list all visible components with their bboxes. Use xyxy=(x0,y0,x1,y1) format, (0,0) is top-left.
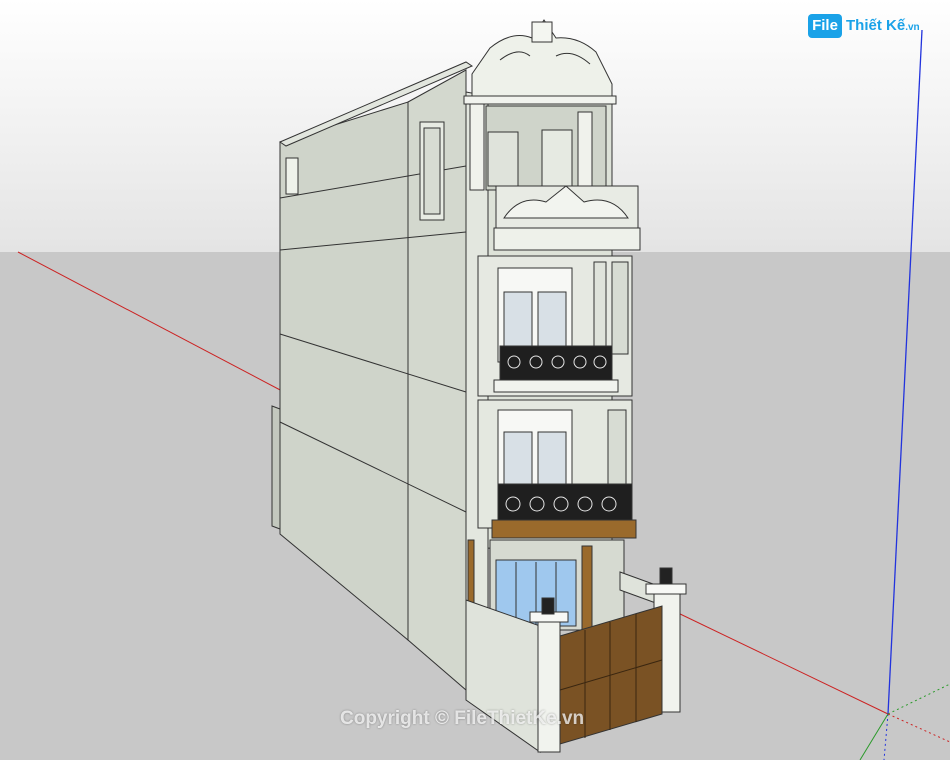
gate-pillar-left xyxy=(537,617,561,753)
red-axis-dotted xyxy=(887,713,950,743)
blue-axis-dotted xyxy=(883,713,889,760)
logo-icon: File xyxy=(808,14,842,38)
logo-brand-text: Thiết Kế xyxy=(846,17,906,34)
top-door-left xyxy=(487,131,519,187)
logo-brand: Thiết Kế.vn xyxy=(846,17,920,34)
red-axis-back xyxy=(17,251,285,393)
floor2-side-panel xyxy=(593,261,607,359)
lamp-right xyxy=(659,567,673,585)
wood-band xyxy=(491,519,637,539)
side-window xyxy=(285,157,299,195)
lamp-left xyxy=(541,597,555,615)
green-axis xyxy=(859,713,889,760)
balcony-slab-2 xyxy=(493,379,619,393)
top-door xyxy=(541,129,573,187)
mid-cornice xyxy=(493,227,641,251)
floor2-right-panel xyxy=(611,261,629,355)
modeling-viewport[interactable]: File Thiết Kế.vn Copyright © FileThietKe… xyxy=(0,0,950,760)
side-wall xyxy=(279,101,409,642)
copyright-watermark: Copyright © FileThietKe.vn xyxy=(340,708,585,729)
green-axis-dotted xyxy=(887,683,950,715)
upper-panel-inner xyxy=(423,127,441,215)
floor1-glass-right xyxy=(537,431,567,491)
top-column xyxy=(469,103,485,191)
pillar-cap-right xyxy=(645,583,687,595)
townhouse-model[interactable] xyxy=(271,19,687,753)
logo-tld: .vn xyxy=(905,22,920,33)
scene-canvas[interactable] xyxy=(0,0,950,760)
cornice-top xyxy=(463,95,617,105)
balcony-railing-1 xyxy=(497,483,633,525)
top-column xyxy=(577,111,593,191)
wood-post xyxy=(581,545,593,631)
floor1-right-panel xyxy=(607,409,627,489)
floor1-glass-left xyxy=(503,431,533,491)
pediment-crest xyxy=(531,21,553,43)
red-axis-front xyxy=(675,611,889,715)
balcony-railing-2 xyxy=(499,345,613,383)
site-logo: File Thiết Kế.vn xyxy=(808,12,920,42)
blue-axis xyxy=(887,29,923,715)
